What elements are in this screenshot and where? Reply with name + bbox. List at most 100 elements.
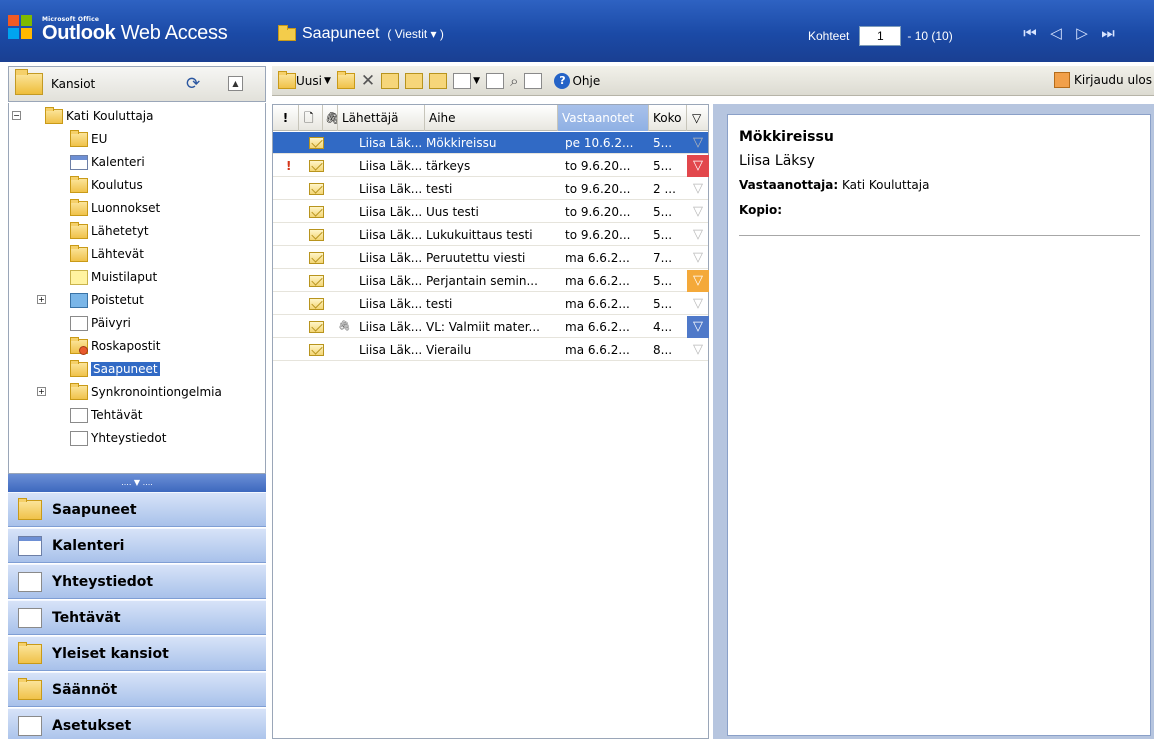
last-page-icon[interactable]: ⏭: [1098, 24, 1118, 42]
nav-button-asetukset[interactable]: Asetukset: [8, 708, 266, 739]
sent-icon: [70, 221, 88, 239]
envelope-icon: [309, 344, 324, 356]
previous-page-icon[interactable]: ◁: [1046, 24, 1066, 42]
tree-item-synkronointiongelmia[interactable]: + Synkronointiongelmia: [37, 381, 222, 403]
address-book-button[interactable]: [524, 70, 543, 92]
envelope-icon: [309, 206, 324, 218]
dropdown-arrow-icon[interactable]: ▼: [324, 76, 331, 86]
reply-button[interactable]: [381, 70, 400, 92]
column-importance[interactable]: !: [273, 105, 299, 131]
message-row[interactable]: Liisa Läk... Peruutettu viesti ma 6.6.2...…: [273, 247, 708, 269]
junk-icon: [70, 336, 88, 355]
page-number-input[interactable]: [859, 26, 902, 46]
tasks-icon: [18, 607, 42, 628]
tree-item-saapuneet[interactable]: Saapuneet: [70, 358, 160, 380]
message-row[interactable]: Liisa Läk... Vierailu ma 6.6.2... 8... ▽: [273, 339, 708, 361]
column-received[interactable]: Vastaanotet: [558, 105, 649, 131]
preview-subject: Mökkireissu: [739, 129, 834, 145]
envelope-icon: [309, 160, 324, 172]
tree-item-muistilaput[interactable]: Muistilaput: [70, 266, 157, 288]
view-selector[interactable]: ( Viestit ▾ ): [387, 27, 443, 41]
size-cell: 5...: [653, 136, 673, 150]
title-bar: Microsoft Office Outlook Web Access Saap…: [0, 0, 1154, 62]
column-size[interactable]: Koko: [649, 105, 687, 131]
new-button[interactable]: Uusi ▼: [278, 70, 331, 92]
tree-root-user[interactable]: − Kati Kouluttaja: [12, 105, 153, 127]
move-button[interactable]: [336, 70, 355, 92]
tree-item-poistetut[interactable]: + Poistetut: [37, 289, 144, 311]
message-row[interactable]: Liisa Läk... Lukukuittaus testi to 9.6.20.…: [273, 224, 708, 246]
expand-toggle-icon[interactable]: +: [37, 387, 46, 396]
new-item-icon: [278, 70, 296, 89]
received-cell: ma 6.6.2...: [565, 320, 630, 334]
size-cell: 5...: [653, 228, 673, 242]
tree-item-roskapostit[interactable]: Roskapostit: [70, 335, 160, 357]
tree-item-lahtevat[interactable]: Lähtevät: [70, 243, 144, 265]
find-button[interactable]: ⌕: [510, 70, 518, 92]
message-row[interactable]: 🖇 Liisa Läk... VL: Valmiit mater... ma 6.6.…: [273, 316, 709, 338]
flag-icon[interactable]: ▽: [687, 155, 709, 177]
tree-item-paivyri[interactable]: Päivyri: [70, 312, 131, 334]
column-type[interactable]: 🗋: [299, 105, 323, 131]
view-button[interactable]: ▼: [453, 70, 480, 92]
size-cell: 2 ...: [653, 182, 676, 196]
column-flag[interactable]: ▽: [687, 105, 709, 131]
flag-icon[interactable]: ▽: [687, 339, 709, 361]
navigation-splitter[interactable]: .... ▼ ....: [8, 474, 266, 492]
dropdown-arrow-icon[interactable]: ▼: [473, 76, 480, 86]
preview-sender[interactable]: Liisa Läksy: [739, 153, 815, 169]
recipient-name[interactable]: Kati Kouluttaja: [842, 178, 929, 192]
message-row[interactable]: Liisa Läk... Perjantain semin... ma 6.6.2.…: [273, 270, 709, 292]
size-cell: 5...: [653, 205, 673, 219]
message-row[interactable]: Liisa Läk... Uus testi to 9.6.20... 5... ▽: [273, 201, 708, 223]
first-page-icon[interactable]: ⏮: [1020, 24, 1040, 42]
tree-item-koulutus[interactable]: Koulutus: [70, 174, 143, 196]
flag-icon[interactable]: ▽: [687, 224, 709, 246]
flag-icon[interactable]: ▽: [687, 316, 709, 338]
message-row[interactable]: Liisa Läk... testi ma 6.6.2... 5... ▽: [273, 293, 708, 315]
flag-icon[interactable]: ▽: [687, 270, 709, 292]
nav-button-kalenteri[interactable]: Kalenteri: [8, 528, 266, 563]
collapse-pane-icon[interactable]: ▲: [228, 76, 243, 91]
tree-item-luonnokset[interactable]: Luonnokset: [70, 197, 160, 219]
nav-button-yhteystiedot[interactable]: Yhteystiedot: [8, 564, 266, 599]
column-attachment[interactable]: 🖇: [323, 105, 338, 131]
column-subject[interactable]: Aihe: [425, 105, 558, 131]
nav-button-yleiset-kansiot[interactable]: Yleiset kansiot: [8, 636, 266, 671]
contacts-icon: [70, 430, 88, 446]
reply-icon: [381, 72, 400, 89]
tree-item-tehtavat[interactable]: Tehtävät: [70, 404, 143, 426]
check-names-icon: [486, 72, 505, 89]
next-page-icon[interactable]: ▷: [1072, 24, 1092, 42]
logout-button[interactable]: Kirjaudu ulos: [1054, 72, 1152, 88]
preview-cc-label: Kopio:: [739, 203, 783, 217]
expand-toggle-icon[interactable]: +: [37, 295, 46, 304]
column-sender[interactable]: Lähettäjä: [338, 105, 425, 131]
received-cell: to 9.6.20...: [565, 205, 631, 219]
forward-button[interactable]: [429, 70, 448, 92]
tree-item-yhteystiedot[interactable]: Yhteystiedot: [70, 427, 166, 449]
nav-button-tehtavat[interactable]: Tehtävät: [8, 600, 266, 635]
refresh-icon[interactable]: ⟳: [186, 74, 200, 94]
message-row[interactable]: ! Liisa Läk... tärkeys to 9.6.20... 5... ▽: [273, 155, 709, 177]
tree-item-lahetetyt[interactable]: Lähetetyt: [70, 220, 149, 242]
tree-item-kalenteri[interactable]: Kalenteri: [70, 151, 145, 173]
flag-icon[interactable]: ▽: [687, 247, 709, 269]
flag-icon[interactable]: ▽: [687, 178, 709, 200]
flag-icon[interactable]: ▽: [687, 201, 709, 223]
folders-title: Kansiot: [51, 77, 96, 91]
nav-button-saannot[interactable]: Säännöt: [8, 672, 266, 707]
tree-item-eu[interactable]: EU: [70, 128, 107, 150]
flag-icon[interactable]: ▽: [687, 293, 709, 315]
help-button[interactable]: ? Ohje: [554, 70, 600, 92]
delete-button[interactable]: ✕: [361, 70, 375, 92]
nav-button-saapuneet[interactable]: Saapuneet: [8, 492, 266, 527]
check-names-button[interactable]: [486, 70, 505, 92]
collapse-toggle-icon[interactable]: −: [12, 111, 21, 120]
reply-all-button[interactable]: [405, 70, 424, 92]
received-cell: ma 6.6.2...: [565, 343, 630, 357]
message-row[interactable]: Liisa Läk... testi to 9.6.20... 2 ... ▽: [273, 178, 708, 200]
message-row[interactable]: Liisa Läk... Mökkireissu pe 10.6.2... 5... ▽: [273, 132, 708, 154]
message-preview: Mökkireissu Liisa Läksy Vastaanottaja: K…: [727, 114, 1151, 736]
flag-icon[interactable]: ▽: [687, 132, 709, 154]
